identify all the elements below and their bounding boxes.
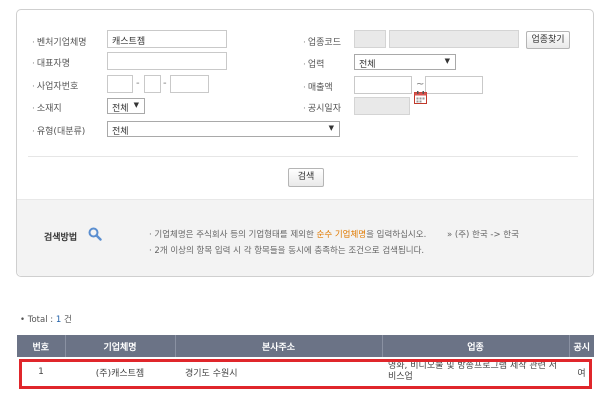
industry-code-input-2 [389,30,519,48]
table-header-row: 번호 기업체명 본사주소 업종 공시 [17,335,594,357]
search-note-2: · 2개 이상의 항목 입력 시 각 항목들을 동시에 충족하는 조건으로 검색… [149,246,425,256]
header-company: 기업체명 [65,335,176,357]
cell-company-name[interactable]: (주)캐스트젬 [65,357,175,387]
company-name-input[interactable]: 캐스트젬 [107,30,227,48]
cell-pub: 여 [577,368,586,379]
cell-address: 경기도 수원시 [185,368,238,379]
results-table: 번호 기업체명 본사주소 업종 공시 1 (주)캐스트젬 경기도 수원시 영화,… [17,335,594,387]
cell-industry: 영화, 비디오물 및 방송프로그램 제작 관련 서비스업 [388,361,558,382]
header-no: 번호 [17,335,66,357]
industry-code-label: · 업종코드 [303,38,341,48]
search-note-1: · 기업체명은 주식회사 등의 기업형태를 제외한 순수 기업체명을 입력하십시… [149,230,427,240]
chevron-down-icon: ▼ [328,124,334,132]
table-row[interactable]: 1 (주)캐스트젬 경기도 수원시 영화, 비디오물 및 방송프로그램 제작 관… [17,357,594,387]
category-label: · 유형(대분류) [32,127,86,137]
industry-select[interactable]: 전체 ▼ [354,54,456,70]
location-select-value: 전체 [112,104,129,114]
pub-date-input [354,97,410,115]
biz-no-part3-input[interactable] [170,75,209,93]
cell-no: 1 [38,367,44,377]
calendar-icon[interactable] [414,91,427,104]
ceo-label: · 대표자명 [32,59,70,69]
biz-no-sep1: - [136,78,140,89]
ceo-input[interactable] [107,52,227,70]
industry-select-value: 전체 [359,60,376,70]
search-icon [88,227,102,241]
chevron-down-icon: ▼ [444,57,450,65]
biz-no-label: · 사업자번호 [32,82,79,92]
location-label: · 소재지 [32,104,62,114]
category-select[interactable]: 전체 ▼ [107,121,340,137]
header-address: 본사주소 [175,335,383,357]
company-name-label: · 벤처기업체명 [32,38,87,48]
pub-date-label: · 공시일자 [303,104,341,114]
category-select-value: 전체 [112,127,129,137]
biz-no-part2-input[interactable] [144,75,161,93]
chevron-down-icon: ▼ [133,101,139,109]
find-industry-button[interactable]: 업종찾기 [526,31,570,49]
total-count: • Total : 1 건 [20,315,72,325]
divider [28,156,578,157]
industry-label: · 업력 [303,60,325,70]
biz-no-sep2: - [163,78,167,89]
location-select[interactable]: 전체 ▼ [107,98,145,114]
sales-max-input[interactable] [425,76,483,94]
header-industry: 업종 [382,335,570,357]
search-method-title: 검색방법 [44,233,78,243]
sales-sep: ~ [416,79,425,90]
header-pub: 공시 [569,335,594,357]
sales-min-input[interactable] [354,76,412,94]
sales-label: · 매출액 [303,83,333,93]
search-button[interactable]: 검색 [288,168,324,187]
industry-code-input-1 [354,30,386,48]
search-note-1-example: » (주) 한국 -> 한국 [447,230,519,240]
biz-no-part1-input[interactable] [107,75,133,93]
